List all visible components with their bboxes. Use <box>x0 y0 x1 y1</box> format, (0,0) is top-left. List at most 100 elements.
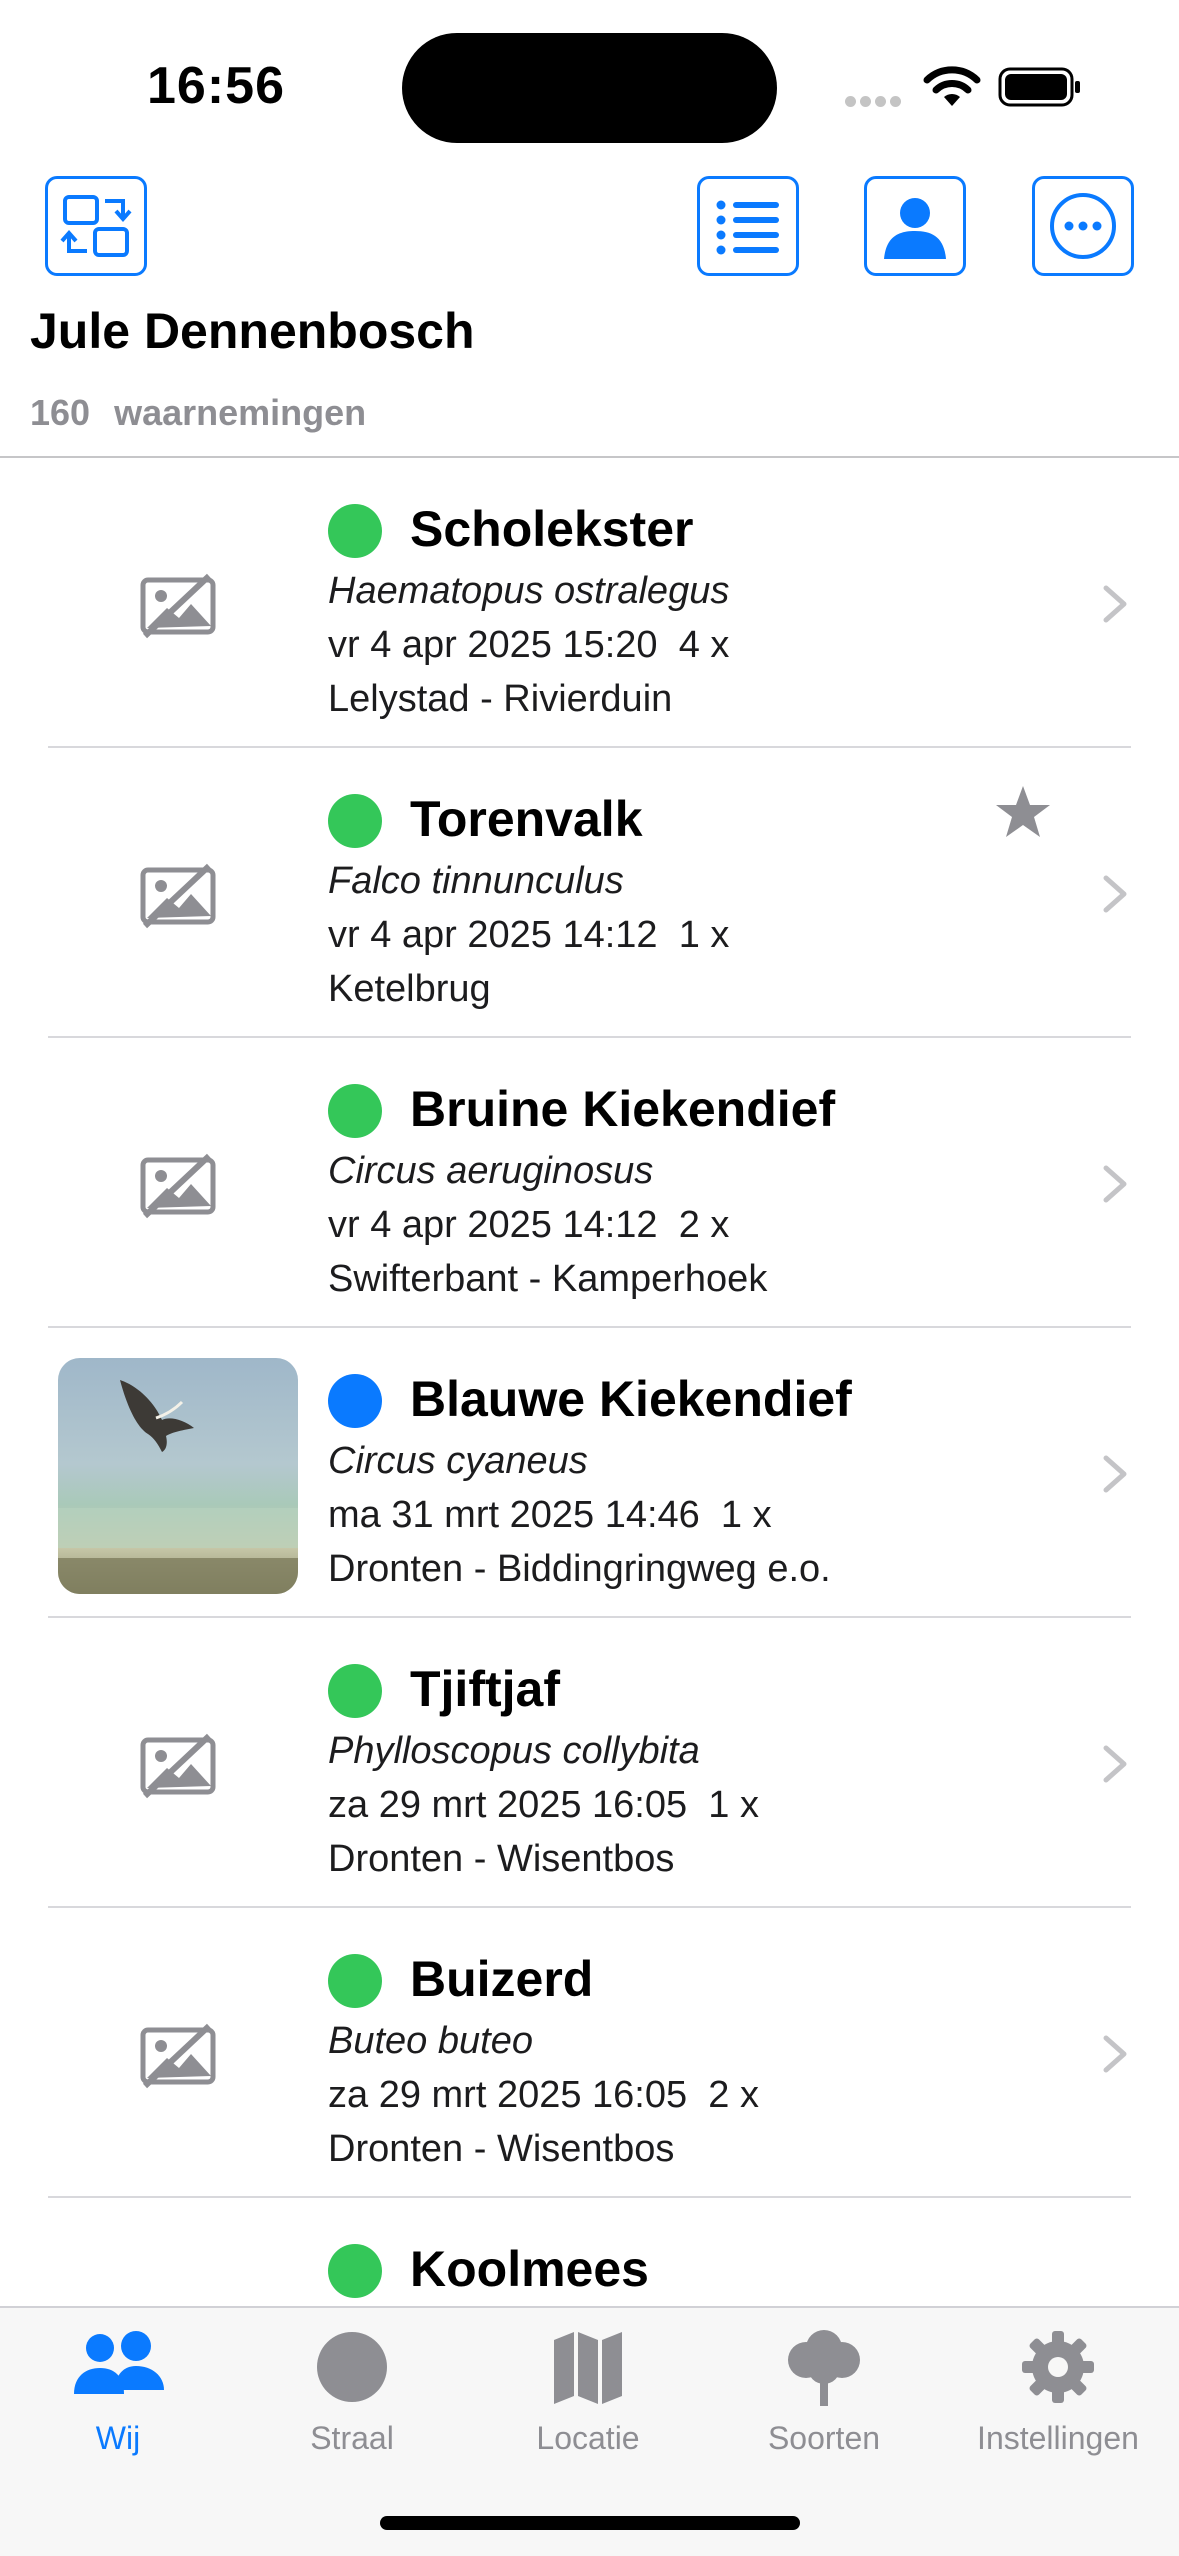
more-button[interactable] <box>1032 176 1134 276</box>
chevron-right-icon <box>1103 2035 1127 2073</box>
switch-accounts-button[interactable] <box>45 176 147 276</box>
no-photo-placeholder <box>58 1648 298 1884</box>
observation-date: za 29 mrt 2025 16:05 <box>328 2074 688 2116</box>
observation-row[interactable]: Scholekster Haematopus ostralegus vr 4 a… <box>0 458 1179 748</box>
gear-icon <box>1022 2331 1094 2403</box>
no-photo-placeholder <box>58 1068 298 1304</box>
observation-list[interactable]: Scholekster Haematopus ostralegus vr 4 a… <box>0 458 1179 2306</box>
observation-row[interactable]: Koolmees <box>0 2198 1179 2306</box>
observation-date-qty: vr 4 apr 2025 15:20 4 x <box>328 624 729 667</box>
observation-count: 160 waarnemingen <box>30 392 390 434</box>
observation-quantity: 4 x <box>678 624 730 666</box>
species-name: Scholekster <box>410 501 694 557</box>
observation-date: ma 31 mrt 2025 14:46 <box>328 1494 700 1536</box>
scientific-name: Falco tinnunculus <box>328 860 624 902</box>
observation-date-qty: za 29 mrt 2025 16:05 1 x <box>328 1784 759 1827</box>
observation-count-label: waarnemingen <box>114 392 367 433</box>
species-name: Tjiftjaf <box>410 1661 560 1717</box>
tab-label: Straal <box>310 2420 394 2456</box>
tab-straal[interactable]: Straal <box>252 2328 452 2468</box>
profile-button[interactable] <box>864 176 966 276</box>
observation-row[interactable]: Bruine Kiekendief Circus aeruginosus vr … <box>0 1038 1179 1328</box>
scientific-name: Circus cyaneus <box>328 1440 588 1482</box>
circle-icon <box>317 2332 387 2402</box>
species-name: Buizerd <box>410 1951 594 2007</box>
observation-row[interactable]: Tjiftjaf Phylloscopus collybita za 29 mr… <box>0 1618 1179 1908</box>
species-name: Bruine Kiekendief <box>410 1081 836 1137</box>
observation-date-qty: vr 4 apr 2025 14:12 2 x <box>328 1204 729 1247</box>
star-icon[interactable] <box>994 784 1052 840</box>
observation-date-qty: ma 31 mrt 2025 14:46 1 x <box>328 1494 772 1537</box>
cellular-signal-icon <box>845 94 905 107</box>
observation-location: Dronten - Biddingringweg e.o. <box>328 1548 831 1590</box>
no-photo-placeholder <box>58 778 298 1014</box>
tab-soorten[interactable]: Soorten <box>724 2328 924 2468</box>
observation-location: Dronten - Wisentbos <box>328 1838 675 1880</box>
scientific-name: Phylloscopus collybita <box>328 1730 700 1772</box>
observation-date: vr 4 apr 2025 15:20 <box>328 624 658 666</box>
scientific-name: Circus aeruginosus <box>328 1150 654 1192</box>
observation-date: vr 4 apr 2025 14:12 <box>328 1204 658 1246</box>
observation-count-value: 160 <box>30 392 91 433</box>
observation-date-qty: vr 4 apr 2025 14:12 1 x <box>328 914 729 957</box>
people-icon <box>74 2331 164 2394</box>
observation-row[interactable]: Blauwe Kiekendief Circus cyaneus ma 31 m… <box>0 1328 1179 1618</box>
status-dot <box>328 504 382 558</box>
status-dot <box>328 2244 382 2298</box>
status-time: 16:56 <box>147 57 285 115</box>
observation-date-qty: za 29 mrt 2025 16:05 2 x <box>328 2074 759 2117</box>
chevron-right-icon <box>1103 875 1127 913</box>
tab-label: Locatie <box>536 2420 640 2456</box>
status-bar: 16:56 <box>0 0 1179 170</box>
observation-location: Dronten - Wisentbos <box>328 2128 675 2170</box>
observation-date: vr 4 apr 2025 14:12 <box>328 914 658 956</box>
observation-quantity: 2 x <box>678 1204 730 1246</box>
status-dot <box>328 794 382 848</box>
list-view-button[interactable] <box>697 176 799 276</box>
photo-unavailable-icon <box>140 1153 216 1219</box>
dynamic-island <box>402 33 777 143</box>
observation-row[interactable]: Buizerd Buteo buteo za 29 mrt 2025 16:05… <box>0 1908 1179 2198</box>
status-dot <box>328 1374 382 1428</box>
map-icon <box>554 2332 622 2404</box>
chevron-right-icon <box>1103 585 1127 623</box>
person-icon <box>884 198 946 259</box>
tree-icon <box>788 2330 860 2406</box>
tab-instellingen[interactable]: Instellingen <box>958 2328 1158 2468</box>
tab-wij[interactable]: Wij <box>18 2328 218 2468</box>
more-icon <box>1050 193 1116 259</box>
no-photo-placeholder <box>58 1938 298 2174</box>
status-dot <box>328 1954 382 2008</box>
no-photo-placeholder <box>58 488 298 724</box>
observation-photo <box>58 1358 298 1594</box>
species-name: Torenvalk <box>410 791 643 847</box>
observation-quantity: 1 x <box>720 1494 772 1536</box>
scientific-name: Haematopus ostralegus <box>328 570 730 612</box>
observation-location: Ketelbrug <box>328 968 491 1010</box>
photo-unavailable-icon <box>140 863 216 929</box>
scientific-name: Buteo buteo <box>328 2020 533 2062</box>
tab-label: Soorten <box>767 2420 881 2456</box>
status-dot <box>328 1084 382 1138</box>
observation-location: Lelystad - Rivierduin <box>328 678 673 720</box>
switch-accounts-icon <box>60 195 132 257</box>
chevron-right-icon <box>1103 1455 1127 1493</box>
species-name: Blauwe Kiekendief <box>410 1371 852 1427</box>
list-icon <box>716 200 779 255</box>
photo-unavailable-icon <box>140 1733 216 1799</box>
observation-date: za 29 mrt 2025 16:05 <box>328 1784 688 1826</box>
photo-unavailable-icon <box>140 2023 216 2089</box>
observation-quantity: 2 x <box>708 2074 759 2116</box>
chevron-right-icon <box>1103 1745 1127 1783</box>
status-dot <box>328 1664 382 1718</box>
tab-locatie[interactable]: Locatie <box>488 2328 688 2468</box>
observation-row[interactable]: Torenvalk Falco tinnunculus vr 4 apr 202… <box>0 748 1179 1038</box>
observation-location: Swifterbant - Kamperhoek <box>328 1258 768 1300</box>
species-name: Koolmees <box>410 2241 649 2297</box>
user-name: Jule Dennenbosch <box>30 303 475 359</box>
tab-label: Instellingen <box>977 2420 1139 2456</box>
observation-quantity: 1 x <box>678 914 730 956</box>
tab-label: Wij <box>95 2420 141 2456</box>
bird-in-flight-photo <box>58 1380 298 1594</box>
wifi-icon <box>923 66 981 106</box>
